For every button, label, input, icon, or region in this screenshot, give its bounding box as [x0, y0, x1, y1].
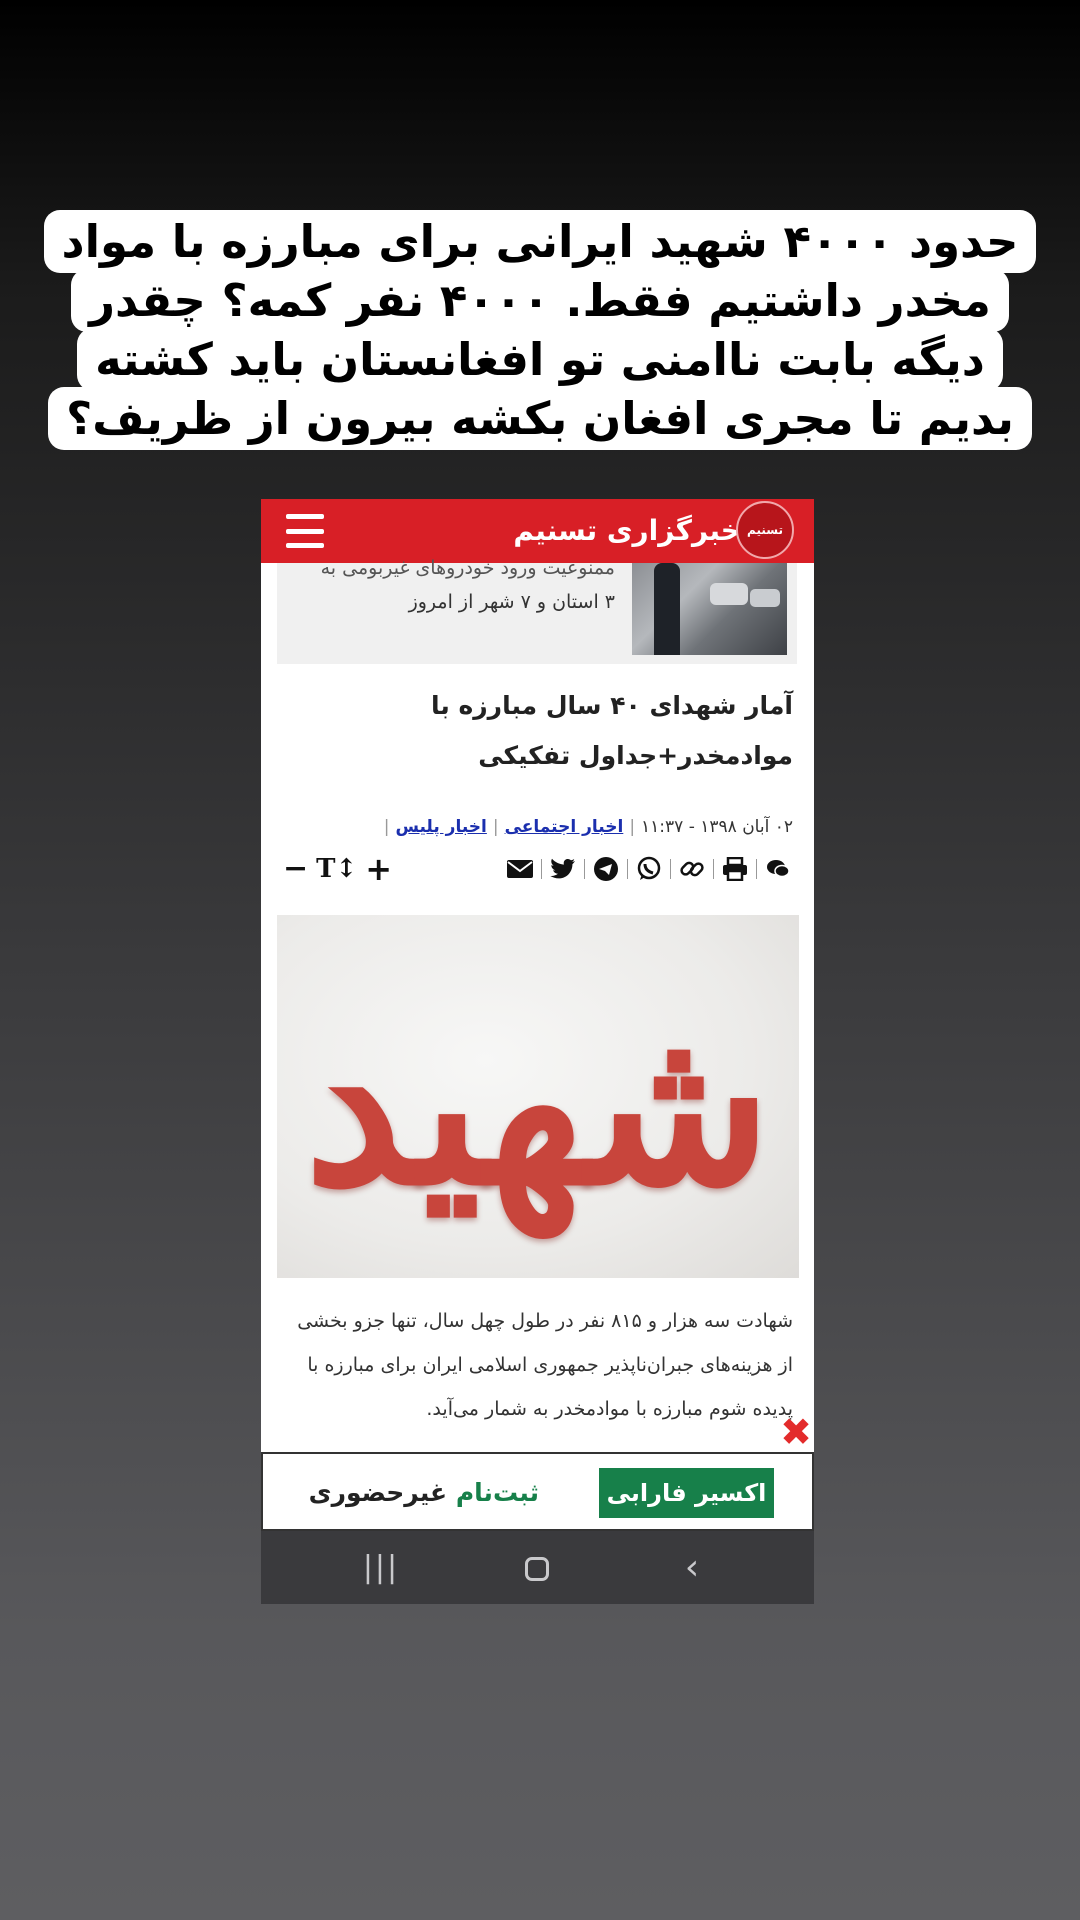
- caption-line: حدود ۴۰۰۰ شهید ایرانی برای مبارزه با موا…: [43, 210, 1037, 273]
- ad-banner[interactable]: اکسیر فارابی ثبت‌نام غیرحضوری: [261, 1452, 814, 1531]
- article-photo: شهید: [277, 915, 799, 1278]
- slider-headline-line: ۳ استان و ۷ شهر از امروز: [408, 591, 615, 613]
- article-title: آمار شهدای ۴۰ سال مبارزه با موادمخدر+جدا…: [431, 691, 793, 770]
- email-icon[interactable]: [505, 854, 535, 884]
- back-button[interactable]: ‹: [652, 1531, 732, 1604]
- article-meta: ۰۲ آبان ۱۳۹۸ - ۱۱:۳۷|اخبار اجتماعی|اخبار…: [383, 817, 793, 837]
- home-icon: [525, 1556, 549, 1581]
- caption-overlay: حدود ۴۰۰۰ شهید ایرانی برای مبارزه با موا…: [0, 210, 1080, 450]
- news-slider[interactable]: ممنوعیت ورود خودروهای غیربومی به ۳ استان…: [277, 557, 797, 664]
- comment-icon[interactable]: [763, 854, 793, 884]
- ad-text-remote: غیرحضوری: [308, 1478, 448, 1507]
- slider-headline-line: ممنوعیت ورود خودروهای غیربومی به: [320, 557, 615, 579]
- article-body: شهادت سه هزار و ۸۱۵ نفر در طول چهل سال، …: [297, 1310, 793, 1420]
- tasnim-logo[interactable]: تسنیم: [736, 501, 794, 559]
- caption-line: دیگه بابت ناامنی تو افغانستان باید کشته: [77, 328, 1003, 391]
- photo-calligraphy: شهید: [304, 975, 772, 1234]
- share-bar: [505, 852, 793, 886]
- telegram-icon[interactable]: [591, 854, 621, 884]
- slider-thumbnail[interactable]: [632, 563, 787, 655]
- font-decrease-button[interactable]: −: [283, 852, 308, 886]
- ad-text[interactable]: ثبت‌نام غیرحضوری: [289, 1468, 539, 1518]
- caption-line: بدیم تا مجری افغان بکشه بیرون از ظریف؟: [48, 387, 1032, 450]
- home-button[interactable]: [497, 1531, 577, 1604]
- site-brand[interactable]: خبرگزاری تسنیم: [481, 512, 741, 550]
- hamburger-icon[interactable]: [286, 514, 324, 548]
- category-link-social[interactable]: اخبار اجتماعی: [505, 817, 624, 837]
- font-size-controls: − T↕ +: [283, 852, 392, 887]
- whatsapp-icon[interactable]: [634, 854, 664, 884]
- recent-apps-button[interactable]: |||: [341, 1531, 421, 1604]
- link-icon[interactable]: [677, 854, 707, 884]
- ad-badge[interactable]: اکسیر فارابی: [599, 1468, 774, 1518]
- slider-headline[interactable]: ممنوعیت ورود خودروهای غیربومی به ۳ استان…: [277, 557, 617, 619]
- phone-screen: خبرگزاری تسنیم تسنیم ممنوعیت ورود خودروه…: [261, 499, 814, 1604]
- twitter-icon[interactable]: [548, 854, 578, 884]
- android-nav-bar: ||| ‹: [261, 1531, 814, 1604]
- caption-line: مخدر داشتیم فقط. ۴۰۰۰ نفر کمه؟ چقدر: [71, 269, 1009, 332]
- font-increase-button[interactable]: +: [365, 852, 392, 886]
- print-icon[interactable]: [720, 854, 750, 884]
- category-link-police[interactable]: اخبار پلیس: [395, 817, 486, 837]
- article-toolbar: − T↕ +: [283, 852, 793, 886]
- ad-text-register: ثبت‌نام: [455, 1478, 539, 1507]
- ad-close-button[interactable]: ✖: [779, 1413, 813, 1451]
- article-date: ۰۲ آبان ۱۳۹۸ - ۱۱:۳۷: [641, 817, 793, 837]
- font-size-icon: T↕: [316, 854, 358, 884]
